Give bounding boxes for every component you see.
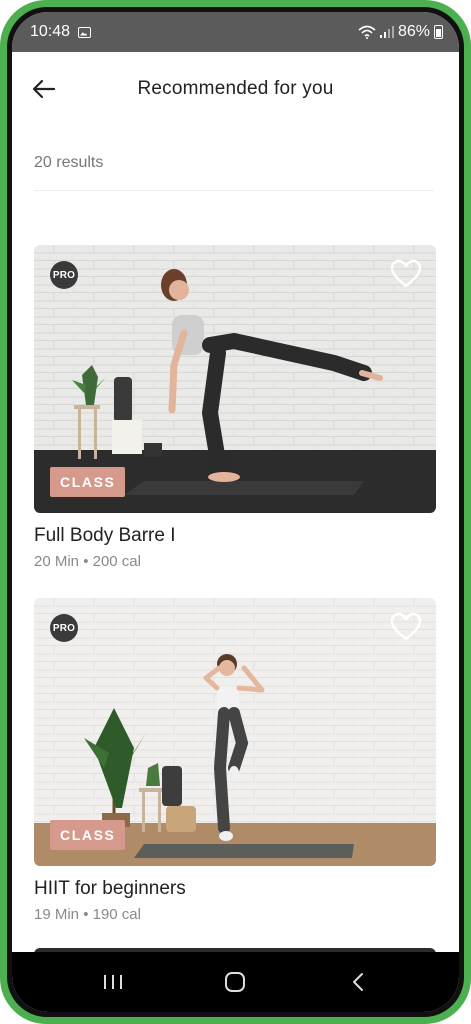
workout-title[interactable]: Full Body Barre I: [34, 525, 436, 547]
device-bezel: 10:48 86% Recommended for you 20 results…: [7, 7, 464, 1017]
class-tag: CLASS: [50, 820, 126, 850]
workout-meta: 19 Min • 190 cal: [34, 906, 141, 923]
class-tag: CLASS: [50, 467, 126, 497]
status-right: 86%: [358, 23, 443, 41]
status-bar: 10:48 86%: [12, 12, 459, 52]
divider: [34, 190, 434, 191]
workout-thumbnail[interactable]: PRO CLASS: [34, 598, 436, 866]
workout-card[interactable]: PRO CLASS Full Body Barre I 20 Min • 200…: [34, 245, 436, 570]
recents-icon: [104, 975, 123, 989]
workout-thumbnail[interactable]: PRO CLASS: [34, 245, 436, 513]
app-header: Recommended for you: [12, 52, 459, 126]
gallery-notification-icon: [78, 26, 92, 38]
system-nav-bar: [12, 952, 459, 1012]
battery-icon: [434, 25, 443, 39]
back-button[interactable]: [30, 75, 58, 103]
status-time: 10:48: [30, 23, 71, 40]
wifi-icon: [358, 25, 376, 39]
workout-card[interactable]: PRO CLASS HIIT for beginners 19 Min • 19…: [34, 598, 436, 923]
recents-button[interactable]: [93, 967, 133, 997]
device-frame: 10:48 86% Recommended for you 20 results…: [0, 0, 471, 1024]
pro-badge: PRO: [50, 614, 78, 642]
home-icon: [225, 972, 246, 992]
arrow-left-icon: [32, 79, 56, 99]
pro-badge: PRO: [50, 261, 78, 289]
home-button[interactable]: [215, 967, 255, 997]
heart-outline-icon[interactable]: [390, 259, 422, 289]
signal-icon: [379, 26, 394, 38]
workout-title[interactable]: HIIT for beginners: [34, 878, 436, 900]
back-chevron-icon: [352, 973, 363, 991]
heart-outline-icon[interactable]: [390, 612, 422, 642]
page-title: Recommended for you: [137, 78, 334, 99]
battery-percent: 86%: [397, 23, 430, 40]
workout-meta: 20 Min • 200 cal: [34, 553, 141, 570]
screen: 10:48 86% Recommended for you 20 results…: [12, 12, 459, 1012]
results-count: 20 results: [34, 154, 104, 171]
system-back-button[interactable]: [338, 967, 378, 997]
